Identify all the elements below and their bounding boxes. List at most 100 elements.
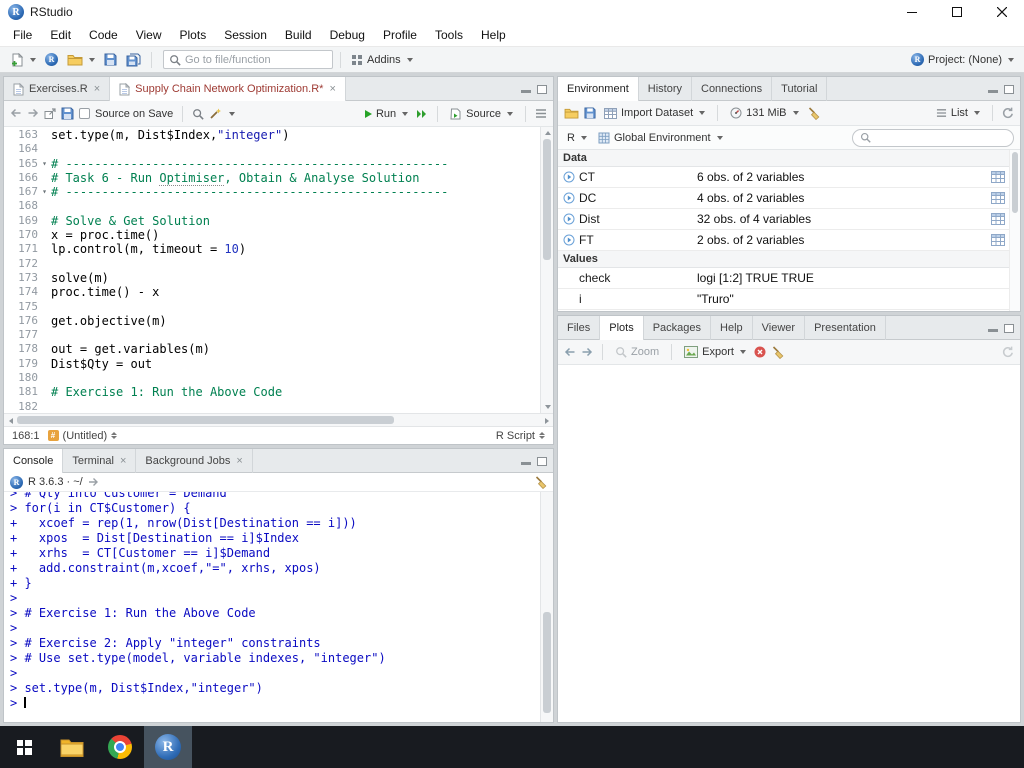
code-editor[interactable]: 163set.type(m, Dist$Index,"integer")1641… — [4, 127, 553, 413]
language-selector[interactable]: R — [564, 130, 590, 146]
source-tab[interactable]: Supply Chain Network Optimization.R*× — [110, 77, 346, 101]
env-row[interactable]: FT2 obs. of 2 variables — [558, 230, 1020, 251]
menu-build[interactable]: Build — [276, 25, 321, 45]
menu-session[interactable]: Session — [215, 25, 276, 45]
menu-debug[interactable]: Debug — [321, 25, 374, 45]
refresh-environment-icon[interactable] — [1002, 107, 1014, 119]
env-row[interactable]: CT6 obs. of 2 variables — [558, 167, 1020, 188]
table-view-icon[interactable] — [991, 213, 1005, 225]
tab-environment[interactable]: Environment — [558, 77, 639, 101]
expand-icon[interactable] — [563, 234, 575, 246]
goto-file-box[interactable] — [163, 50, 333, 69]
taskbar-rstudio[interactable] — [144, 726, 192, 768]
goto-file-input[interactable] — [185, 54, 327, 66]
scroll-thumb[interactable] — [17, 416, 394, 424]
find-replace-icon[interactable] — [192, 108, 204, 120]
clear-environment-icon[interactable] — [807, 107, 820, 120]
section-selector[interactable]: (Untitled) — [48, 430, 118, 442]
taskbar-chrome[interactable] — [96, 726, 144, 768]
console-output[interactable]: > # Qty into Customer = Demand> for(i in… — [4, 492, 540, 722]
maximize-button[interactable] — [934, 0, 979, 24]
tab-background-jobs[interactable]: Background Jobs× — [136, 449, 252, 473]
fold-toggle-icon[interactable]: ▾ — [38, 185, 51, 199]
addins-button[interactable]: Addins — [348, 52, 416, 68]
scroll-thumb[interactable] — [543, 139, 551, 260]
pane-maximize-icon[interactable] — [537, 457, 547, 466]
editor-line[interactable]: 180 — [4, 371, 540, 385]
editor-line[interactable]: 165▾# ----------------------------------… — [4, 157, 540, 171]
export-button[interactable]: Export — [681, 344, 749, 360]
tab-viewer[interactable]: Viewer — [753, 316, 805, 340]
start-button[interactable] — [0, 726, 48, 768]
pane-maximize-icon[interactable] — [1004, 85, 1014, 94]
editor-line[interactable]: 172 — [4, 257, 540, 271]
clear-console-icon[interactable] — [534, 476, 547, 489]
table-view-icon[interactable] — [991, 171, 1005, 183]
editor-line[interactable]: 173solve(m) — [4, 271, 540, 285]
fold-toggle-icon[interactable]: ▾ — [38, 157, 51, 171]
menu-tools[interactable]: Tools — [426, 25, 472, 45]
pane-minimize-icon[interactable] — [988, 329, 998, 332]
menu-edit[interactable]: Edit — [41, 25, 80, 45]
editor-line[interactable]: 167▾# ----------------------------------… — [4, 185, 540, 199]
editor-line[interactable]: 166# Task 6 - Run Optimiser, Obtain & An… — [4, 171, 540, 185]
list-view-button[interactable]: List — [933, 105, 983, 121]
forward-icon[interactable] — [581, 347, 593, 358]
menu-profile[interactable]: Profile — [374, 25, 426, 45]
expand-icon[interactable] — [563, 171, 575, 183]
tab-close-icon[interactable]: × — [329, 83, 335, 95]
tab-terminal[interactable]: Terminal× — [63, 449, 136, 473]
editor-line[interactable]: 179Dist$Qty = out — [4, 357, 540, 371]
scroll-thumb[interactable] — [543, 612, 551, 713]
popout-icon[interactable] — [44, 108, 56, 120]
back-icon[interactable] — [564, 347, 576, 358]
tab-help[interactable]: Help — [711, 316, 753, 340]
tab-history[interactable]: History — [639, 77, 692, 101]
scroll-up-button[interactable] — [541, 127, 553, 139]
tab-close-icon[interactable]: × — [94, 83, 100, 95]
editor-hscrollbar[interactable] — [4, 413, 553, 426]
editor-line[interactable]: 170x = proc.time() — [4, 228, 540, 242]
environment-scrollbar[interactable] — [1009, 150, 1020, 311]
env-row[interactable]: i"Truro" — [558, 289, 1020, 310]
memory-usage-button[interactable]: 131 MiB — [727, 105, 801, 121]
taskbar-file-explorer[interactable] — [48, 726, 96, 768]
editor-line[interactable]: 163set.type(m, Dist$Index,"integer") — [4, 128, 540, 142]
pane-maximize-icon[interactable] — [1004, 324, 1014, 333]
table-view-icon[interactable] — [991, 234, 1005, 246]
editor-vscrollbar[interactable] — [540, 127, 553, 413]
environment-search-input[interactable] — [875, 132, 1006, 144]
refresh-plots-icon[interactable] — [1002, 346, 1014, 358]
env-row[interactable]: DC4 obs. of 2 variables — [558, 188, 1020, 209]
console-scrollbar[interactable] — [540, 492, 553, 722]
expand-icon[interactable] — [563, 213, 575, 225]
editor-line[interactable]: 174proc.time() - x — [4, 285, 540, 299]
save-workspace-icon[interactable] — [584, 107, 596, 119]
file-type-selector[interactable]: R Script — [496, 430, 545, 442]
menu-help[interactable]: Help — [472, 25, 515, 45]
editor-line[interactable]: 181# Exercise 1: Run the Above Code — [4, 385, 540, 399]
tab-files[interactable]: Files — [558, 316, 600, 340]
minimize-button[interactable] — [889, 0, 934, 24]
load-workspace-icon[interactable] — [564, 107, 579, 119]
editor-line[interactable]: 164 — [4, 142, 540, 156]
console-popout-icon[interactable] — [88, 477, 99, 487]
global-environment-selector[interactable]: Global Environment — [595, 130, 726, 146]
scroll-track[interactable] — [541, 139, 553, 401]
expand-icon[interactable] — [563, 192, 575, 204]
forward-icon[interactable] — [27, 108, 39, 119]
new-file-button[interactable] — [7, 51, 39, 69]
document-outline-icon[interactable] — [535, 108, 547, 119]
tab-close-icon[interactable]: × — [120, 455, 126, 467]
pane-minimize-icon[interactable] — [521, 90, 531, 93]
environment-search[interactable] — [852, 129, 1014, 147]
tab-plots[interactable]: Plots — [600, 316, 643, 340]
rerun-icon[interactable] — [416, 109, 428, 119]
editor-line[interactable]: 175 — [4, 300, 540, 314]
editor-line[interactable]: 178out = get.variables(m) — [4, 342, 540, 356]
tab-tutorial[interactable]: Tutorial — [772, 77, 827, 101]
import-dataset-button[interactable]: Import Dataset — [601, 105, 708, 121]
save-icon[interactable] — [61, 107, 74, 120]
close-button[interactable] — [979, 0, 1024, 24]
zoom-button[interactable]: Zoom — [612, 344, 662, 360]
